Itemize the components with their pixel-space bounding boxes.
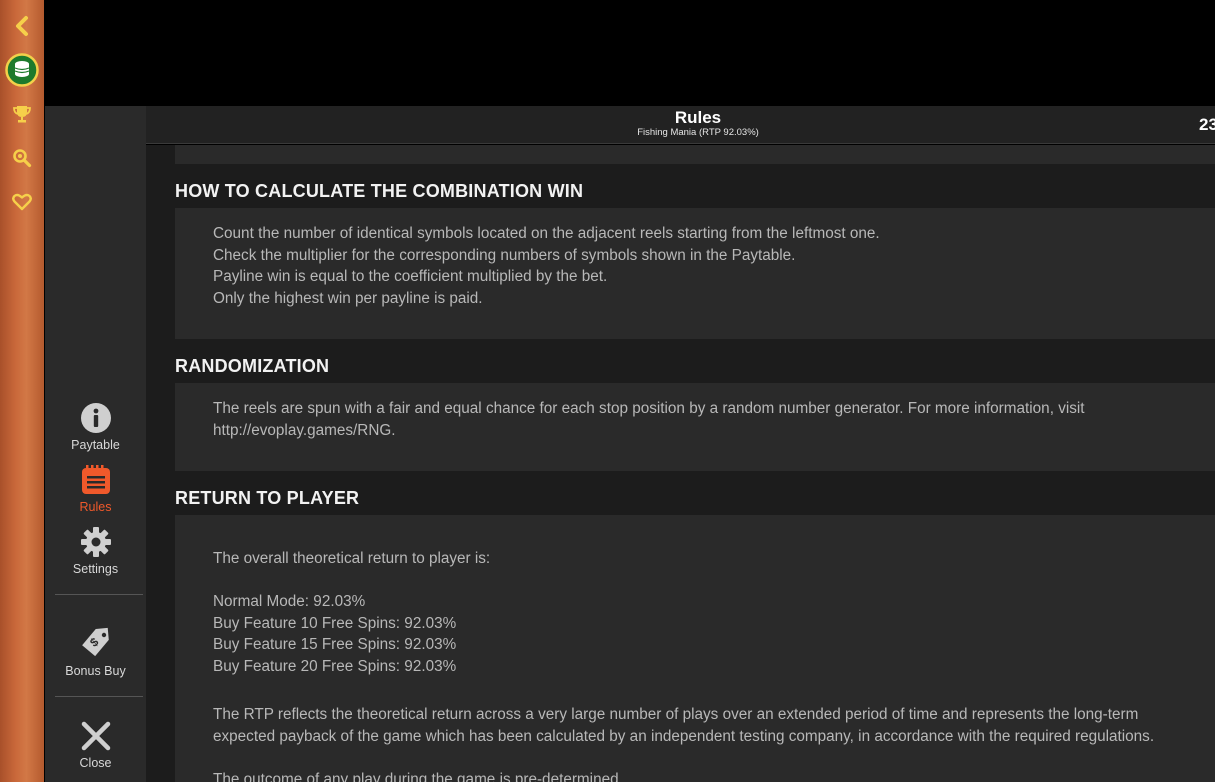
nav-settings[interactable]: Settings bbox=[45, 526, 146, 576]
combination-line: Only the highest win per payline is paid… bbox=[213, 290, 483, 308]
gear-icon bbox=[80, 527, 111, 557]
combination-line: Payline win is equal to the coefficient … bbox=[213, 268, 608, 286]
search-button[interactable] bbox=[4, 140, 40, 176]
rtp-mode-line: Buy Feature 15 Free Spins: 92.03% bbox=[213, 636, 457, 654]
menu-sidebar: Paytable Rules Settings $ Bonus Buy Clos… bbox=[45, 106, 146, 782]
nav-rules-label: Rules bbox=[79, 500, 112, 514]
combination-text: Count the number of identical symbols lo… bbox=[213, 223, 1203, 310]
nav-paytable[interactable]: Paytable bbox=[45, 402, 146, 452]
chevron-left-icon bbox=[16, 16, 28, 36]
nav-paytable-label: Paytable bbox=[71, 438, 120, 452]
previous-section-panel bbox=[175, 145, 1215, 164]
rtp-mode-line: Buy Feature 20 Free Spins: 92.03% bbox=[213, 658, 457, 676]
combination-line: Check the multiplier for the correspondi… bbox=[213, 246, 796, 264]
nav-close-label: Close bbox=[79, 756, 112, 770]
cashier-button[interactable] bbox=[4, 52, 40, 88]
combination-panel: Count the number of identical symbols lo… bbox=[175, 208, 1215, 339]
nav-bonus-buy-label: Bonus Buy bbox=[65, 664, 126, 678]
nav-settings-label: Settings bbox=[72, 562, 119, 576]
page-subtitle: Fishing Mania (RTP 92.03%) bbox=[637, 127, 759, 138]
close-icon bbox=[81, 721, 110, 751]
combination-line: Count the number of identical symbols lo… bbox=[213, 225, 880, 242]
favorites-button[interactable] bbox=[4, 184, 40, 220]
rtp-modes: Normal Mode: 92.03% Buy Feature 10 Free … bbox=[213, 591, 1203, 678]
rtp-mode-line: Buy Feature 10 Free Spins: 92.03% bbox=[213, 614, 457, 632]
rules-content[interactable]: HOW TO CALCULATE THE COMBINATION WIN Cou… bbox=[146, 145, 1215, 782]
game-rules-screen: Paytable Rules Settings $ Bonus Buy Clos… bbox=[0, 0, 1215, 782]
nav-rules[interactable]: Rules bbox=[45, 464, 146, 514]
coin-stack-icon bbox=[5, 53, 39, 87]
nav-bonus-buy[interactable]: $ Bonus Buy bbox=[45, 626, 146, 678]
rtp-explanation: The RTP reflects the theoretical return … bbox=[213, 706, 1155, 745]
clock-readout: 23 bbox=[1199, 115, 1215, 134]
rtp-panel: The overall theoretical return to player… bbox=[175, 515, 1215, 782]
rtp-mode-line: Normal Mode: 92.03% bbox=[213, 593, 366, 610]
lobby-rail bbox=[0, 0, 44, 782]
info-icon bbox=[80, 403, 111, 433]
section-title-combination: HOW TO CALCULATE THE COMBINATION WIN bbox=[175, 181, 584, 201]
heart-icon bbox=[12, 193, 32, 211]
randomization-text: The reels are spun with a fair and equal… bbox=[213, 400, 1085, 439]
section-title-rtp: RETURN TO PLAYER bbox=[175, 488, 360, 508]
nav-divider bbox=[55, 594, 143, 595]
nav-close[interactable]: Close bbox=[45, 720, 146, 770]
rules-header: Rules Fishing Mania (RTP 92.03%) 23 bbox=[146, 106, 1215, 144]
section-title-randomization: RANDOMIZATION bbox=[175, 356, 330, 376]
nav-divider bbox=[55, 696, 143, 697]
randomization-panel: The reels are spun with a fair and equal… bbox=[175, 383, 1215, 471]
rtp-intro: The overall theoretical return to player… bbox=[213, 550, 491, 567]
tournaments-button[interactable] bbox=[4, 96, 40, 132]
rtp-predetermined: The outcome of any play during the game … bbox=[213, 771, 623, 782]
trophy-icon bbox=[13, 106, 31, 123]
back-button[interactable] bbox=[4, 8, 40, 44]
magnifier-icon bbox=[13, 149, 32, 168]
page-title: Rules bbox=[674, 108, 722, 127]
price-tag-icon: $ bbox=[81, 627, 109, 657]
rules-list-icon bbox=[81, 465, 110, 494]
